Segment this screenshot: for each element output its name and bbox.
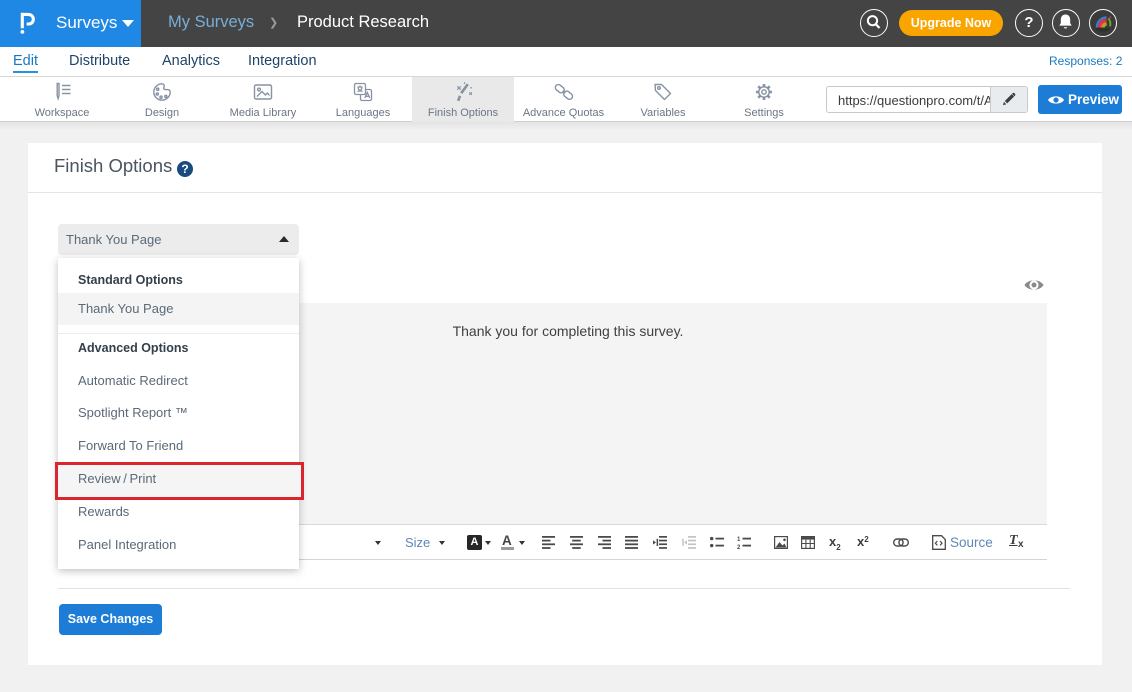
svg-text:1: 1 [737,537,741,543]
svg-text:2: 2 [737,545,741,549]
